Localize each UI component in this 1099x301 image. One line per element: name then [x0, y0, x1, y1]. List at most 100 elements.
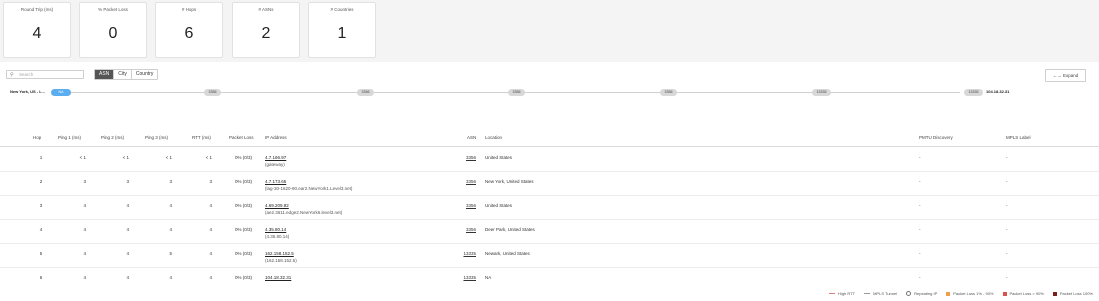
summary-value: 4 [32, 25, 42, 42]
table-row: 4 4 4 4 4 0% (0/3) 4.35.80.14 (4.35.80.14… [0, 220, 1099, 244]
asn-cell: 3356 [450, 179, 476, 184]
ip-cell: 4.35.80.14 (4.35.80.14) [265, 227, 289, 239]
location-cell: United States [485, 155, 513, 160]
mpls-cell: - [1006, 275, 1008, 280]
ip-cell: 104.18.32.31 [265, 275, 291, 280]
ip-link[interactable]: 4.69.209.82 [265, 203, 289, 208]
location-cell: New York, United States [485, 179, 534, 184]
rtt-cell: 3 [209, 179, 212, 184]
asn-cell: 3356 [450, 227, 476, 232]
summary-band: Round Trip (ms) 4 % Packet Loss 0 # Hops… [0, 0, 1099, 62]
path-node[interactable]: 13335 [964, 89, 983, 96]
mpls-cell: - [1006, 179, 1008, 184]
ping3-cell: 4 [169, 203, 172, 208]
hostname: (4.35.80.14) [265, 234, 290, 239]
ip-cell: 4.7.166.97 (gateway) [265, 155, 286, 167]
legend-item-loss-high: Packet Loss > 90% [1002, 291, 1044, 296]
legend-item-repeating-ip: Repeating IP [906, 291, 937, 296]
col-header-ping1: Ping 1 (ms) [58, 135, 82, 140]
high-rtt-line-swatch [829, 293, 836, 294]
legend-label: Packet Loss 1% - 90% [953, 291, 994, 296]
col-header-ping2: Ping 2 (ms) [101, 135, 125, 140]
pmtu-cell: - [919, 179, 921, 184]
col-header-mpls: MPLS Label [1006, 135, 1031, 140]
header-divider [0, 146, 1099, 147]
summary-card-packet-loss: % Packet Loss 0 [79, 2, 147, 58]
ping3-cell: 4 [169, 227, 172, 232]
summary-label: # Countries [330, 7, 354, 12]
rtt-cell: 4 [209, 227, 212, 232]
ping2-cell: 4 [126, 275, 129, 280]
asn-link[interactable]: 3356 [466, 155, 476, 160]
asn-cell: 13335 [450, 275, 476, 280]
ping3-cell: 5 [169, 251, 172, 256]
asn-link[interactable]: 3356 [466, 203, 476, 208]
table-row: 3 4 4 4 4 0% (0/3) 4.69.209.82 (ae2.3611.… [0, 196, 1099, 220]
packet-loss-cell: 0% (0/3) [235, 155, 253, 160]
asn-link[interactable]: 13335 [463, 275, 476, 280]
path-node[interactable]: 3356 [357, 89, 374, 96]
col-header-location: Location [485, 135, 503, 140]
group-by-city-button[interactable]: City [114, 70, 132, 79]
path-node-source[interactable]: NA [51, 89, 71, 96]
loss-total-swatch [1052, 291, 1057, 296]
packet-loss-cell: 0% (0/3) [235, 227, 253, 232]
path-node[interactable]: 3356 [204, 89, 221, 96]
ping1-cell: 4 [83, 203, 86, 208]
asn-cell: 3356 [450, 203, 476, 208]
hop-cell: 5 [39, 251, 43, 256]
hop-cell: 6 [39, 275, 43, 280]
mpls-cell: - [1006, 227, 1008, 232]
ping1-cell: 3 [83, 179, 86, 184]
asn-link[interactable]: 13335 [463, 251, 476, 256]
path-origin-label: New York, US - L... [10, 89, 45, 94]
col-header-ip-address: IP Address [265, 135, 287, 140]
asn-link[interactable]: 3356 [466, 227, 476, 232]
ip-link[interactable]: 4.35.80.14 [265, 227, 286, 232]
path-destination-label: 104.18.32.31 [986, 89, 1010, 94]
pmtu-cell: - [919, 155, 921, 160]
packet-loss-cell: 0% (0/3) [235, 179, 253, 184]
legend-label: Repeating IP [914, 291, 938, 296]
legend-label: Packet Loss 100% [1059, 291, 1093, 296]
ip-link[interactable]: 4.7.166.97 [265, 155, 286, 160]
asn-link[interactable]: 3356 [466, 179, 476, 184]
legend: High RTT MPLS Tunnel Repeating IP Packet… [829, 291, 1093, 296]
repeating-ip-icon [906, 291, 912, 296]
path-node[interactable]: 13335 [812, 89, 831, 96]
legend-item-loss-partial: Packet Loss 1% - 90% [946, 291, 994, 296]
ping1-cell: 4 [83, 275, 86, 280]
ip-cell: 4.69.209.82 (ae2.3611.edge2.NewYork6.leve… [265, 203, 342, 215]
summary-value: 1 [337, 25, 347, 42]
summary-value: 6 [184, 25, 194, 42]
search-box[interactable]: ⚲ [6, 70, 84, 79]
mpls-cell: - [1006, 155, 1008, 160]
col-header-asn: ASN [467, 135, 477, 140]
legend-label: MPLS Tunnel [873, 291, 898, 296]
packet-loss-cell: 0% (0/3) [235, 275, 253, 280]
summary-label: % Packet Loss [98, 7, 128, 12]
expand-button[interactable]: ←→ Expand [1045, 69, 1086, 82]
col-header-pmtu: PMTU Discovery [919, 135, 953, 140]
group-by-asn-button[interactable]: ASN [95, 70, 115, 79]
ip-cell: 4.7.173.65 (lag-30-1620-90.ear2.NewYork1.… [265, 179, 352, 191]
legend-item-mpls-tunnel: MPLS Tunnel [864, 291, 897, 296]
summary-card-hops: # Hops 6 [155, 2, 223, 58]
path-node[interactable]: 3356 [660, 89, 677, 96]
ping1-cell: 4 [83, 251, 86, 256]
table-row: 5 4 4 5 4 0% (0/3) 162.158.152.5 (162.158… [0, 244, 1099, 268]
ping2-cell: 4 [126, 203, 129, 208]
ping1-cell: 4 [83, 227, 86, 232]
loss-partial-swatch [946, 291, 951, 296]
ip-link[interactable]: 104.18.32.31 [265, 275, 291, 280]
path-node[interactable]: 3356 [508, 89, 525, 96]
ip-link[interactable]: 162.158.152.5 [265, 251, 294, 256]
group-by-country-button[interactable]: Country [132, 70, 158, 79]
table-row: 2 3 3 3 3 0% (0/3) 4.7.173.65 (lag-30-162… [0, 172, 1099, 196]
summary-label: # ASNs [258, 7, 274, 12]
col-header-packet-loss: Packet Loss [229, 135, 254, 140]
hop-cell: 2 [39, 179, 43, 184]
col-header-rtt: RTT (ms) [192, 135, 211, 140]
search-input[interactable] [19, 71, 81, 78]
ip-link[interactable]: 4.7.173.65 [265, 179, 286, 184]
